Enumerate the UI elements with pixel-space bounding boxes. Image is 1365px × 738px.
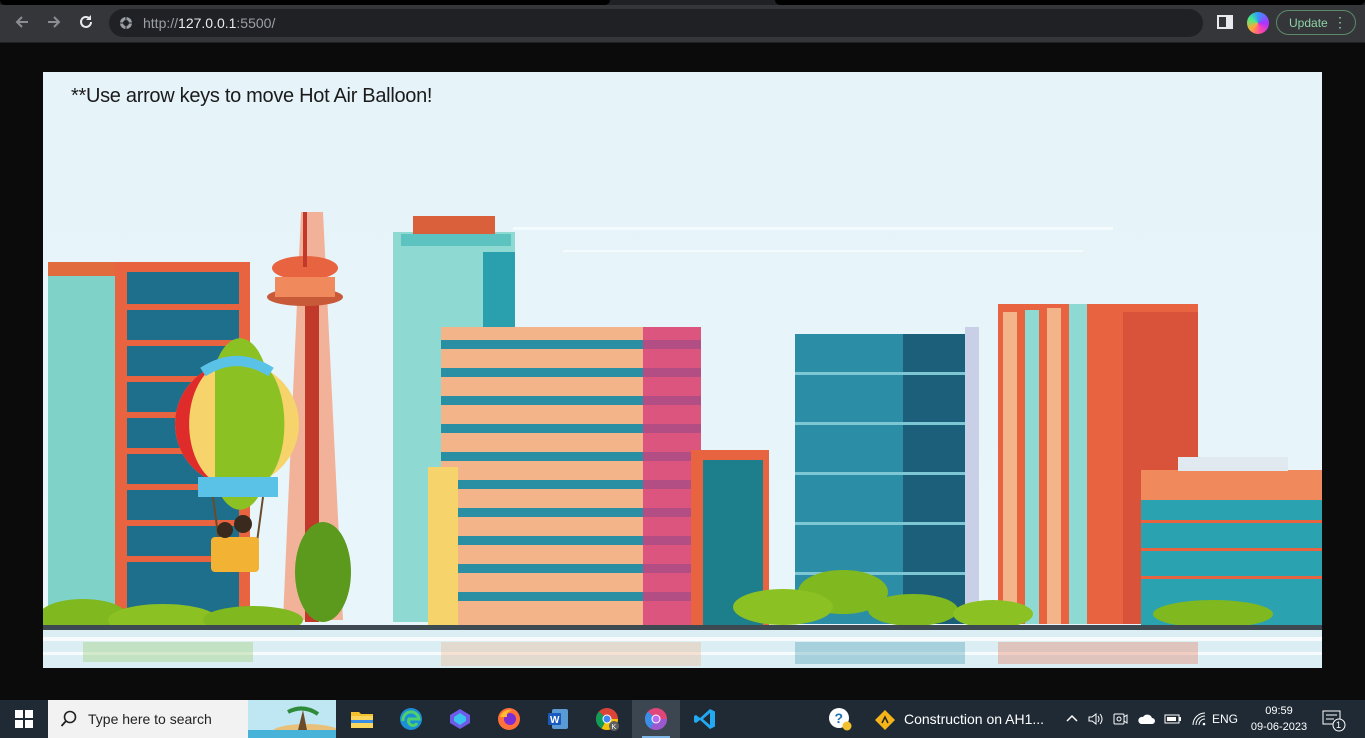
help-icon: ? <box>829 708 852 731</box>
help-tray-button[interactable]: ? <box>816 700 864 738</box>
arrow-left-icon <box>15 16 28 28</box>
wifi-icon[interactable] <box>1191 711 1207 727</box>
update-label: Update <box>1289 16 1328 30</box>
vscode-icon <box>694 709 715 729</box>
instruction-text: **Use arrow keys to move Hot Air Balloon… <box>71 85 433 107</box>
chevron-up-icon[interactable] <box>1066 713 1078 725</box>
copilot-icon <box>450 709 470 729</box>
road-warning-icon <box>875 710 895 730</box>
taskbar-chrome-profile[interactable]: K <box>583 700 631 738</box>
more-menu-icon[interactable]: ⋮ <box>1333 14 1347 31</box>
notification-count: 1 <box>1336 720 1342 730</box>
update-button[interactable]: Update ⋮ <box>1276 10 1356 35</box>
browser-toolbar: http://127.0.0.1:5500/ Update ⋮ <box>0 0 1365 43</box>
chrome-icon <box>645 708 667 730</box>
system-tray <box>1066 700 1207 738</box>
svg-text:W: W <box>550 715 560 726</box>
news-widget-text: Construction on AH1... <box>904 711 1045 727</box>
reload-button[interactable] <box>73 9 99 35</box>
onedrive-cloud-icon[interactable] <box>1137 712 1155 726</box>
clock-date: 09-06-2023 <box>1250 721 1308 733</box>
tab-strip <box>0 0 1365 5</box>
edge-icon <box>400 708 422 730</box>
windows-logo-icon <box>15 710 33 728</box>
profile-avatar[interactable] <box>1247 12 1269 34</box>
address-bar[interactable]: http://127.0.0.1:5500/ <box>109 9 1203 37</box>
taskbar-chrome-active[interactable] <box>632 700 680 738</box>
taskbar-bing[interactable] <box>436 700 484 738</box>
windows-taskbar: Type here to search W K ? Construction o… <box>0 700 1365 738</box>
news-widget[interactable]: Construction on AH1... <box>872 700 1062 738</box>
taskbar-file-explorer[interactable] <box>338 700 386 738</box>
city-skyline-illustration <box>43 212 1322 668</box>
reload-icon <box>80 15 92 28</box>
volume-icon[interactable] <box>1087 711 1103 727</box>
word-icon: W <box>548 709 568 729</box>
battery-icon[interactable] <box>1164 713 1182 725</box>
chrome-icon: K <box>596 708 619 731</box>
arrow-right-icon <box>48 16 61 28</box>
folder-icon <box>351 712 373 728</box>
taskbar-search[interactable]: Type here to search <box>48 700 336 738</box>
url-text[interactable]: http://127.0.0.1:5500/ <box>143 15 275 31</box>
camera-icon[interactable] <box>1112 711 1128 727</box>
firefox-icon <box>498 708 520 730</box>
notification-center-button[interactable]: 1 <box>1322 710 1346 737</box>
search-icon <box>60 710 77 727</box>
site-info-icon[interactable] <box>119 16 133 30</box>
clock-time: 09:59 <box>1265 705 1293 717</box>
clock[interactable]: 09:59 09-06-2023 <box>1244 703 1314 735</box>
taskbar-vscode[interactable] <box>681 700 729 738</box>
back-button[interactable] <box>9 9 35 35</box>
game-canvas[interactable]: **Use arrow keys to move Hot Air Balloon… <box>43 72 1322 668</box>
side-panel-icon[interactable] <box>1217 14 1233 30</box>
language-indicator[interactable]: ENG <box>1212 712 1238 726</box>
svg-text:?: ? <box>835 710 844 726</box>
search-highlight-illustration-icon <box>248 700 336 738</box>
taskbar-edge[interactable] <box>387 700 435 738</box>
search-placeholder: Type here to search <box>88 711 212 727</box>
svg-text:K: K <box>612 724 617 731</box>
taskbar-firefox[interactable] <box>485 700 533 738</box>
forward-button[interactable] <box>41 9 67 35</box>
start-button[interactable] <box>0 700 48 738</box>
notification-icon <box>1322 710 1346 732</box>
taskbar-word[interactable]: W <box>534 700 582 738</box>
